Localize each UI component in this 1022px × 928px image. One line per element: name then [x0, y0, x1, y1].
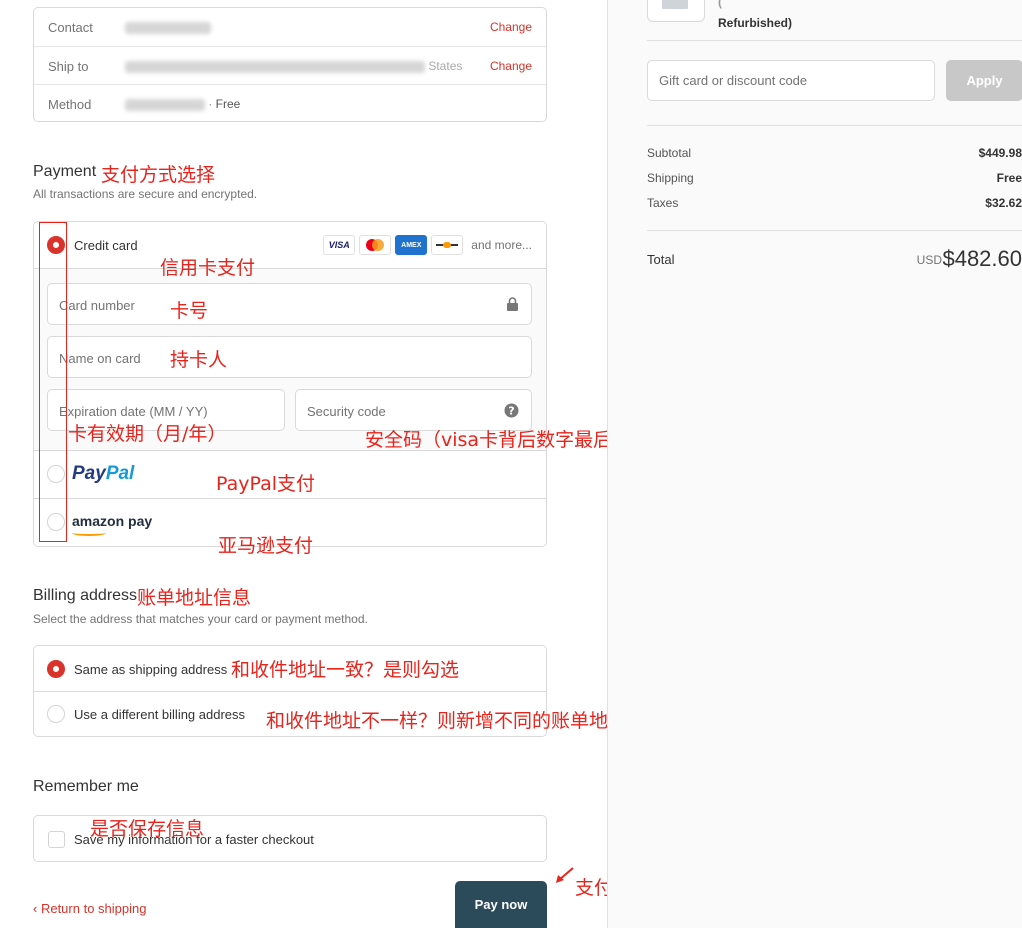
and-more-label: and more... — [471, 238, 532, 252]
payment-title: Payment — [33, 163, 97, 180]
method-label: Method — [48, 97, 92, 112]
contact-label: Contact — [48, 20, 93, 35]
credit-card-label: Credit card — [74, 238, 138, 253]
ship-to-value: States — [125, 59, 462, 73]
contact-value — [125, 20, 211, 34]
security-code-placeholder: Security code — [307, 404, 386, 419]
discover-icon — [431, 235, 464, 255]
amazon-pay-logo: amazon pay — [72, 513, 153, 536]
card-number-field[interactable]: Card number — [47, 283, 532, 325]
method-price: Free — [215, 97, 241, 111]
change-contact-link[interactable]: Change — [490, 20, 532, 34]
change-ship-to-link[interactable]: Change — [490, 59, 532, 73]
help-icon[interactable]: ? — [504, 403, 519, 421]
paypal-logo-pal: Pal — [105, 463, 135, 484]
divider — [647, 230, 1022, 231]
different-address-label: Use a different billing address — [74, 707, 246, 722]
visa-icon: VISA — [323, 235, 356, 255]
monitor-icon — [662, 0, 688, 9]
name-on-card-field[interactable]: Name on card — [47, 336, 532, 378]
payment-subtitle: All transactions are secure and encrypte… — [33, 187, 258, 201]
product-name: (Refurbished) — [718, 0, 793, 30]
annotation-payment-method: 支付方式选择 — [101, 164, 216, 186]
total-label: Total — [647, 252, 675, 267]
total-value: $482.60 — [942, 246, 1022, 271]
name-on-card-placeholder: Name on card — [59, 351, 141, 366]
taxes-value: $32.62 — [985, 196, 1022, 210]
billing-subtitle: Select the address that matches your car… — [33, 612, 368, 626]
product-thumbnail — [647, 0, 705, 22]
expiration-placeholder: Expiration date (MM / YY) — [59, 404, 208, 419]
annotation-billing-info: 账单地址信息 — [137, 587, 252, 609]
method-value: · Free — [125, 97, 240, 111]
annotation-expiry: 卡有效期（月/年） — [68, 423, 227, 445]
mastercard-icon — [359, 235, 392, 255]
annotation-amazon: 亚马逊支付 — [218, 535, 314, 557]
chevron-left-icon: ‹ — [33, 901, 41, 916]
checkout-main: Contact Change Ship to States Change Met… — [0, 0, 662, 928]
ship-to-label: Ship to — [48, 59, 89, 74]
remember-title: Remember me — [33, 778, 139, 795]
review-box: Contact Change Ship to States Change Met… — [33, 7, 547, 122]
credit-card-option[interactable]: Credit card VISA AMEX and more... — [34, 222, 546, 269]
paypal-logo-pay: Pay — [72, 463, 106, 484]
subtotal-value: $449.98 — [978, 146, 1022, 160]
return-to-shipping-label: Return to shipping — [40, 901, 147, 916]
annotation-radio-highlight — [39, 222, 67, 542]
contact-row: Contact Change — [34, 8, 546, 46]
same-address-radio[interactable] — [47, 660, 65, 678]
annotation-card-number: 卡号 — [170, 300, 209, 322]
card-number-placeholder: Card number — [59, 298, 135, 313]
product-name-line: Refurbished) — [718, 16, 793, 30]
annotation-arrow-icon — [556, 867, 574, 883]
annotation-different-address: 和收件地址不一样？则新增不同的账单地址 — [266, 710, 628, 732]
order-summary: (Refurbished) Apply Subtotal $449.98 Shi… — [607, 0, 1022, 928]
pay-now-button[interactable]: Pay now — [455, 881, 547, 928]
annotation-credit-card: 信用卡支付 — [160, 257, 256, 279]
different-address-radio[interactable] — [47, 705, 65, 723]
amazon-smile-icon — [72, 530, 106, 536]
apply-discount-button[interactable]: Apply — [946, 60, 1022, 101]
lock-icon — [506, 297, 519, 315]
divider — [647, 125, 1022, 126]
amazon-pay-text: amazon pay — [72, 513, 153, 529]
paypal-logo: PayPal — [72, 463, 134, 485]
annotation-save-info: 是否保存信息 — [90, 818, 205, 840]
ship-to-row: Ship to States Change — [34, 46, 546, 84]
same-address-label: Same as shipping address — [74, 662, 228, 677]
shipping-value: Free — [996, 171, 1022, 185]
card-brands: VISA AMEX and more... — [323, 235, 532, 255]
annotation-same-address: 和收件地址一致？是则勾选 — [231, 659, 460, 681]
taxes-label: Taxes — [647, 196, 679, 210]
svg-text:?: ? — [508, 405, 514, 418]
divider — [647, 40, 1022, 41]
shipping-label: Shipping — [647, 171, 694, 185]
total-currency: USD — [916, 253, 942, 267]
annotation-cardholder: 持卡人 — [170, 349, 228, 371]
billing-title: Billing address — [33, 587, 138, 604]
payment-methods: Credit card VISA AMEX and more... Card n… — [33, 221, 547, 547]
subtotal-label: Subtotal — [647, 146, 692, 160]
discount-code-input[interactable] — [647, 60, 935, 101]
amex-icon: AMEX — [395, 235, 428, 255]
ship-to-tail: States — [428, 59, 463, 73]
save-info-checkbox[interactable] — [48, 831, 65, 848]
annotation-paypal: PayPal支付 — [216, 473, 316, 495]
return-to-shipping-link[interactable]: ‹ Return to shipping — [33, 901, 146, 916]
method-row: Method · Free — [34, 84, 546, 122]
